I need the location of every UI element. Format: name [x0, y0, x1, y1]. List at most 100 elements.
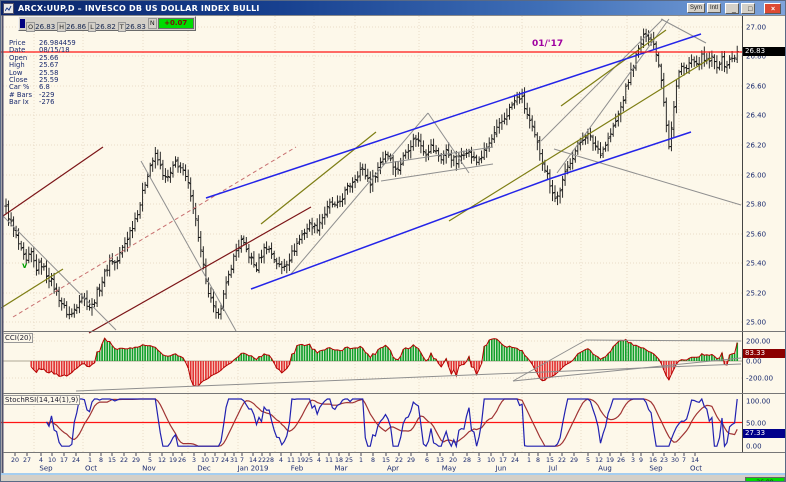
price-axis-label: 27.00 [746, 24, 766, 32]
price-axis-label: 25.60 [746, 231, 766, 239]
date-tick-label: 1 [359, 457, 363, 464]
month-label: Jul [548, 465, 558, 473]
date-tick-label: 24 [72, 457, 80, 464]
date-tick-label: 11 [325, 457, 333, 464]
date-tick-label: 28 [266, 457, 274, 464]
trendline-maroon [3, 147, 103, 216]
trendline-rose [13, 147, 296, 317]
date-tick-label: 3 [477, 457, 481, 464]
cci-panel-label: CCI(20) [3, 333, 33, 343]
month-label: Oct [85, 465, 97, 473]
date-tick-label: 23 [660, 457, 668, 464]
date-tick-label: 12 [595, 457, 603, 464]
price-axis-label: 25.80 [746, 201, 766, 209]
date-tick-label: 26 [617, 457, 625, 464]
date-tick-label: 14 [249, 457, 257, 464]
date-tick-label: 7 [682, 457, 686, 464]
quote-bar-marker [20, 19, 25, 28]
quote-field-label: L [88, 22, 96, 32]
date-tick-label: 4 [279, 457, 283, 464]
cci-value-box: 83.33 [743, 349, 786, 358]
stochrsi-axis-label: 50.00 [746, 420, 766, 428]
date-tick-label: 17 [499, 457, 507, 464]
quote-field-value: 26.82 [96, 23, 118, 31]
trendline-gray [541, 19, 663, 141]
price-axis-label: 25.40 [746, 260, 766, 268]
pivot-annotation: 01/'17 [532, 39, 563, 49]
date-tick-label: 17 [60, 457, 68, 464]
price-axis-label: 26.40 [746, 112, 766, 120]
date-tick-label: 8 [99, 457, 103, 464]
date-tick-label: 13 [436, 457, 444, 464]
date-tick-label: 19 [297, 457, 305, 464]
date-tick-label: 22 [258, 457, 266, 464]
chart-canvas[interactable]: 27.0026.8026.6026.4026.2026.0025.8025.60… [1, 1, 786, 482]
date-tick-label: 10 [48, 457, 56, 464]
date-tick-label: 3 [192, 457, 196, 464]
chart-window: ARCX:UUP,D – INVESCO DB US DOLLAR INDEX … [0, 0, 786, 482]
date-tick-label: 27 [23, 457, 31, 464]
date-tick-label: 12 [158, 457, 166, 464]
date-tick-label: 30 [671, 457, 679, 464]
info-row: Bar Ix-276 [9, 99, 76, 106]
quote-field-label: T [118, 22, 126, 32]
net-change-value: +0.07 [158, 18, 194, 29]
date-tick-label: 11 [287, 457, 295, 464]
date-tick-label: 16 [649, 457, 657, 464]
date-tick-label: 19 [169, 457, 177, 464]
date-tick-label: 5 [586, 457, 590, 464]
date-tick-label: 10 [201, 457, 209, 464]
date-tick-label: 22 [395, 457, 403, 464]
date-tick-label: 28 [463, 457, 471, 464]
cci-axis-label: 0.00 [746, 358, 762, 366]
wave-marker: v [22, 261, 27, 270]
date-tick-label: 25 [305, 457, 313, 464]
date-tick-label: 31 [230, 457, 238, 464]
date-tick-label: 25 [345, 457, 353, 464]
quote-toolbar: O26.83H26.86L26.82T26.83 N +0.07 [18, 16, 196, 31]
date-tick-label: 1 [88, 457, 92, 464]
quote-field-value: 26.83 [35, 23, 57, 31]
trendline-gray [291, 113, 428, 274]
cci-axis-label: 200.00 [746, 338, 771, 346]
date-tick-label: 19 [606, 457, 614, 464]
price-axis-label: 26.20 [746, 142, 766, 150]
date-tick-label: 22 [120, 457, 128, 464]
data-window-panel: Price26.984459Date08/15/18Open25.66High2… [9, 40, 76, 107]
date-tick-label: 29 [132, 457, 140, 464]
quote-field-value: 26.86 [66, 23, 88, 31]
month-label: Sep [649, 465, 663, 473]
month-label: Feb [291, 465, 304, 473]
month-label: Dec [197, 465, 211, 473]
date-tick-label: 24 [511, 457, 519, 464]
date-tick-label: 17 [211, 457, 219, 464]
price-axis-label: 26.60 [746, 83, 766, 91]
date-tick-label: 6 [425, 457, 429, 464]
date-tick-label: 4 [317, 457, 321, 464]
month-label: Jun [495, 465, 507, 473]
price-bars [4, 29, 739, 320]
month-label: Apr [387, 465, 399, 473]
stochrsi-axis-label: 0.00 [746, 443, 762, 451]
cci-histogram-positive [97, 338, 737, 361]
month-label: Sep [39, 465, 53, 473]
date-tick-label: 8 [371, 457, 375, 464]
date-tick-label: 29 [407, 457, 415, 464]
month-label: Mar [334, 465, 347, 473]
month-label: May [442, 465, 456, 473]
stochrsi-axis-label: 100.00 [746, 398, 771, 406]
trendline-blue [206, 34, 701, 198]
date-tick-label: 15 [546, 457, 554, 464]
date-tick-label: 7 [240, 457, 244, 464]
date-tick-label: 3 [631, 457, 635, 464]
price-axis-label: 25.00 [746, 319, 766, 327]
date-tick-label: 10 [487, 457, 495, 464]
net-change-label: N [148, 18, 157, 29]
corner-quote-badge: 26.98 [745, 477, 785, 482]
date-tick-label: 29 [570, 457, 578, 464]
stochrsi-value-box: 27.33 [743, 429, 786, 438]
quote-field-value: 26.83 [126, 23, 148, 31]
last-price-box: 26.83 [743, 47, 786, 56]
date-tick-label: 8 [536, 457, 540, 464]
trendline-maroon [89, 207, 311, 333]
